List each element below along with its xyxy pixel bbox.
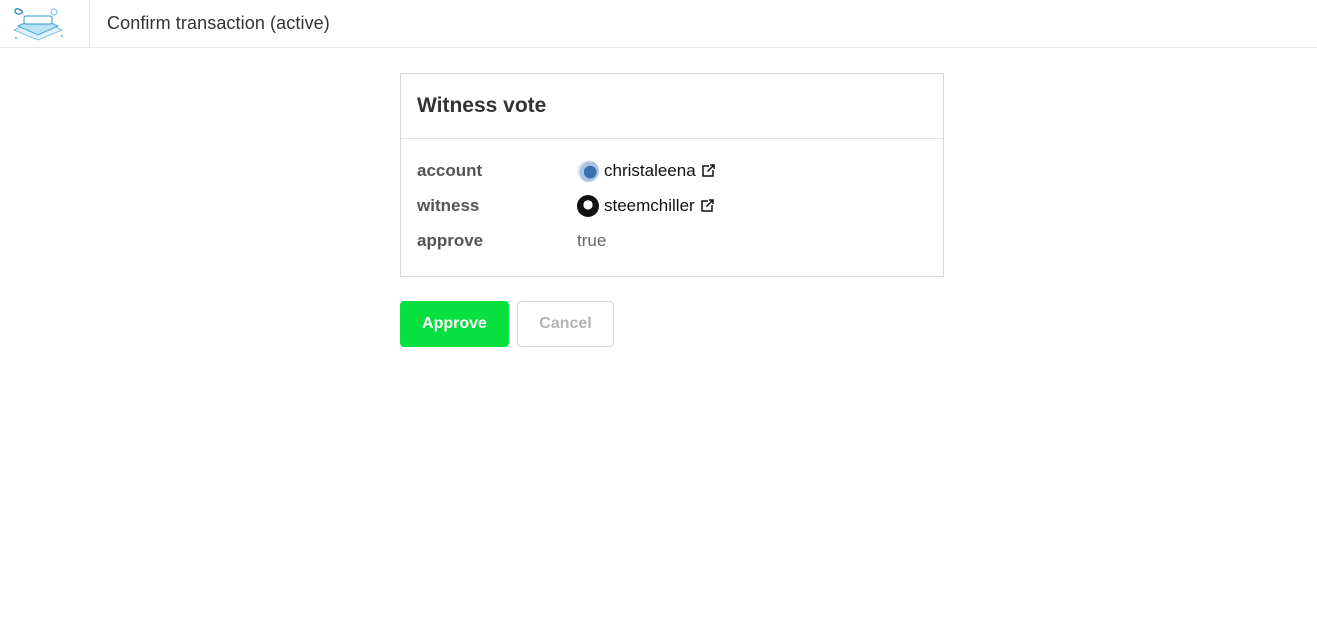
detail-label: witness — [417, 195, 480, 215]
external-link-icon[interactable] — [700, 199, 714, 212]
operation-card-header: Witness vote — [401, 74, 943, 139]
approve-button[interactable]: Approve — [400, 301, 509, 347]
detail-row-approve: approve true — [401, 223, 943, 258]
steemlogin-logo-icon — [12, 7, 64, 41]
account-link[interactable]: christaleena — [577, 159, 715, 182]
witness-name[interactable]: steemchiller — [604, 196, 695, 216]
top-bar: Confirm transaction (active) — [0, 0, 1317, 48]
operation-title: Witness vote — [417, 94, 547, 117]
detail-label: approve — [417, 230, 484, 250]
account-name[interactable]: christaleena — [604, 161, 696, 181]
detail-row-witness: witness steemchiller — [401, 188, 943, 223]
operation-card: Witness vote account christaleena witnes… — [400, 73, 944, 277]
detail-label: account — [417, 160, 483, 180]
witness-link[interactable]: steemchiller — [577, 194, 714, 217]
external-link-icon[interactable] — [701, 164, 715, 177]
user-avatar-icon — [577, 159, 599, 182]
page-title: Confirm transaction (active) — [107, 13, 330, 33]
approve-value: true — [577, 230, 607, 250]
operation-details: account christaleena witness steemchille… — [401, 139, 943, 258]
logo[interactable] — [0, 0, 90, 48]
action-buttons: Approve Cancel — [400, 301, 614, 347]
user-avatar-icon — [577, 194, 599, 217]
cancel-button[interactable]: Cancel — [517, 301, 614, 347]
detail-row-account: account christaleena — [401, 153, 943, 188]
